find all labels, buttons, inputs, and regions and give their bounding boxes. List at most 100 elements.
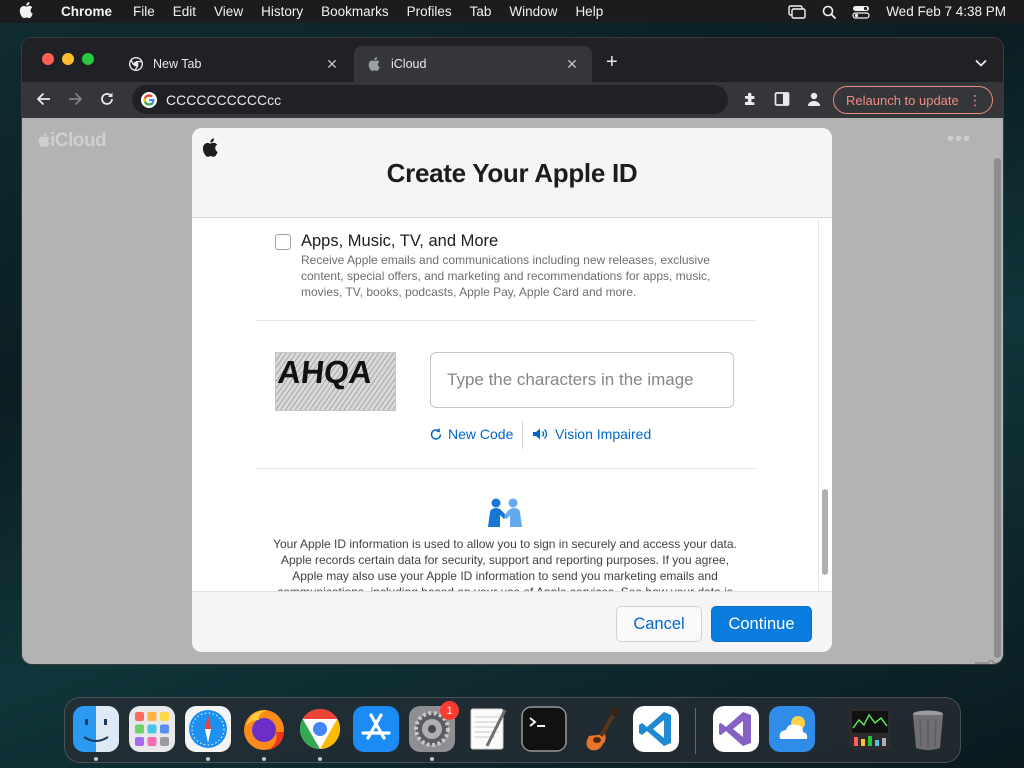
link-separator <box>522 421 523 449</box>
tab-title: iCloud <box>391 57 427 71</box>
extensions-puzzle-icon[interactable] <box>742 91 758 112</box>
page-viewport: iCloud ••• Create Your Apple ID Apps, Mu… <box>22 118 1003 664</box>
back-arrow-icon[interactable] <box>36 91 52 112</box>
app-store-icon[interactable] <box>353 706 399 752</box>
dock-running-indicator <box>94 757 98 761</box>
screen-mirroring-icon[interactable] <box>788 4 806 19</box>
menu-view[interactable]: View <box>205 4 252 19</box>
speaker-icon <box>533 428 547 440</box>
create-apple-id-dialog: Create Your Apple ID Apps, Music, TV, an… <box>192 128 832 652</box>
menu-profiles[interactable]: Profiles <box>398 4 461 19</box>
close-window-button[interactable] <box>42 53 54 65</box>
tab-search-chevron-icon[interactable] <box>975 54 987 72</box>
weather-icon[interactable] <box>769 706 815 752</box>
section-divider <box>256 468 756 469</box>
trash-icon[interactable] <box>905 706 951 752</box>
terminal-icon[interactable] <box>521 706 567 752</box>
minimize-window-button[interactable] <box>62 53 74 65</box>
forward-arrow-icon[interactable] <box>67 91 83 112</box>
icloud-logo: iCloud <box>38 130 107 152</box>
refresh-icon <box>430 428 442 440</box>
visual-studio-icon[interactable] <box>713 706 759 752</box>
dock-running-indicator <box>206 757 210 761</box>
dialog-scrollbar-thumb[interactable] <box>822 489 828 575</box>
new-code-label: New Code <box>448 426 514 442</box>
url-input[interactable] <box>166 91 706 108</box>
dock-separator <box>695 708 696 754</box>
tab-title: New Tab <box>153 57 202 71</box>
cancel-button[interactable]: Cancel <box>616 606 702 642</box>
garageband-icon[interactable] <box>577 706 623 752</box>
section-divider <box>256 320 756 321</box>
option-label[interactable]: Apps, Music, TV, and More <box>301 232 498 251</box>
dialog-scrollbar[interactable] <box>818 219 830 591</box>
menu-edit[interactable]: Edit <box>164 4 205 19</box>
continue-button[interactable]: Continue <box>711 606 812 642</box>
menu-bar: Chrome File Edit View History Bookmarks … <box>0 0 1024 23</box>
settings-notification-badge: 1 <box>440 701 459 720</box>
window-controls <box>42 53 94 65</box>
google-icon <box>141 91 157 108</box>
apple-menu-icon[interactable] <box>0 2 52 21</box>
dock-running-indicator <box>262 757 266 761</box>
spotlight-search-icon[interactable] <box>822 5 837 19</box>
control-center-icon[interactable] <box>852 5 870 19</box>
vision-impaired-link[interactable]: Vision Impaired <box>532 426 651 442</box>
apps-music-tv-checkbox[interactable] <box>275 234 291 250</box>
sliders-icon[interactable] <box>974 658 1000 664</box>
icloud-logo-text: iCloud <box>50 130 107 151</box>
page-scrollbar[interactable] <box>993 158 1002 658</box>
option-description: Receive Apple emails and communications … <box>301 253 711 299</box>
textedit-icon[interactable] <box>465 706 511 752</box>
new-tab-plus-icon[interactable]: + <box>606 52 618 72</box>
new-code-link[interactable]: New Code <box>429 426 513 442</box>
captcha-input[interactable] <box>430 352 734 408</box>
safari-icon[interactable] <box>185 706 231 752</box>
privacy-notice: Your Apple ID information is used to all… <box>273 537 737 591</box>
chrome-icon[interactable] <box>297 706 343 752</box>
dock-running-indicator <box>430 757 434 761</box>
relaunch-label: Relaunch to update <box>846 92 959 108</box>
close-tab-icon[interactable]: ✕ <box>564 56 580 73</box>
tab-new-tab[interactable]: New Tab ✕ <box>116 46 352 82</box>
menubar-clock[interactable]: Wed Feb 7 4:38 PM <box>886 4 1006 19</box>
dock <box>64 697 961 763</box>
captcha-text: AHQA <box>276 354 374 390</box>
zoom-window-button[interactable] <box>82 53 94 65</box>
menu-app-chrome[interactable]: Chrome <box>52 4 124 19</box>
menu-tab[interactable]: Tab <box>461 4 501 19</box>
dialog-footer: Cancel Continue <box>192 591 832 652</box>
captcha-image: AHQA <box>275 352 396 411</box>
dialog-body: Apps, Music, TV, and More Receive Apple … <box>192 219 832 591</box>
menu-bookmarks[interactable]: Bookmarks <box>312 4 398 19</box>
menu-window[interactable]: Window <box>500 4 566 19</box>
relaunch-to-update-button[interactable]: Relaunch to update ⋮ <box>833 86 993 114</box>
chrome-favicon-icon <box>128 56 144 72</box>
launchpad-icon[interactable] <box>129 706 175 752</box>
firefox-icon[interactable] <box>241 706 287 752</box>
dialog-header: Create Your Apple ID <box>192 128 832 218</box>
data-privacy-handshake-icon <box>485 497 525 534</box>
finder-icon[interactable] <box>73 706 119 752</box>
address-bar[interactable] <box>132 85 728 114</box>
chrome-window: New Tab ✕ iCloud ✕ + CCCCCCCCCCcc Relaun… <box>22 38 1003 664</box>
activity-monitor-icon[interactable] <box>847 706 893 752</box>
reload-icon[interactable] <box>99 91 115 112</box>
more-menu-icon[interactable]: ⋮ <box>968 93 982 107</box>
vision-impaired-label: Vision Impaired <box>555 426 652 442</box>
menu-help[interactable]: Help <box>566 4 612 19</box>
dialog-title: Create Your Apple ID <box>386 158 638 188</box>
tab-strip: New Tab ✕ iCloud ✕ + <box>22 38 1003 82</box>
apple-favicon-icon <box>366 56 382 72</box>
dock-running-indicator <box>318 757 322 761</box>
icloud-more-icon[interactable]: ••• <box>947 128 971 151</box>
vscode-icon[interactable] <box>633 706 679 752</box>
page-scrollbar-thumb[interactable] <box>994 158 1001 658</box>
side-panel-icon[interactable] <box>774 91 790 112</box>
tab-icloud[interactable]: iCloud ✕ <box>354 46 592 82</box>
browser-toolbar: Relaunch to update ⋮ <box>22 82 1003 118</box>
menu-file[interactable]: File <box>124 4 164 19</box>
profile-avatar-icon[interactable] <box>806 91 822 112</box>
menu-history[interactable]: History <box>252 4 312 19</box>
close-tab-icon[interactable]: ✕ <box>324 56 340 73</box>
